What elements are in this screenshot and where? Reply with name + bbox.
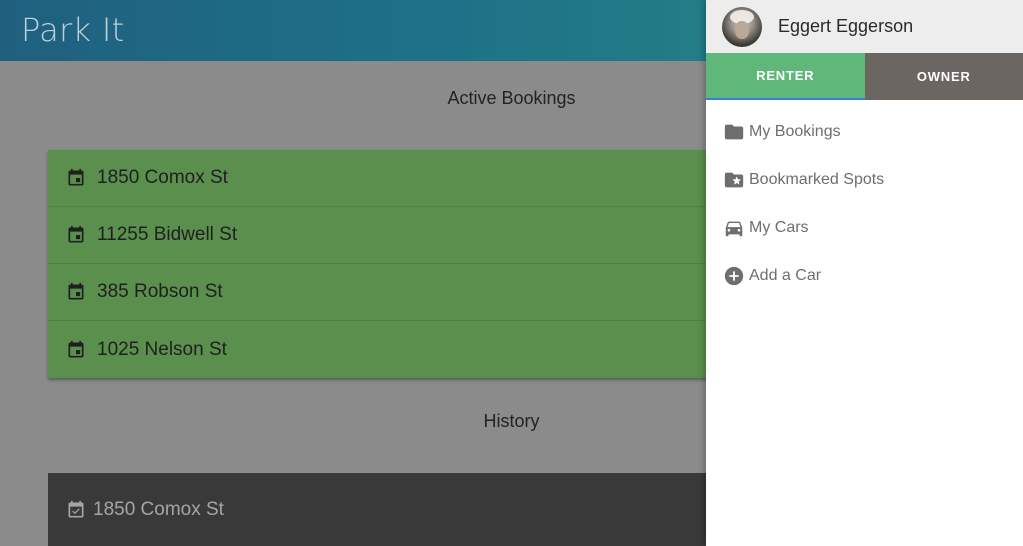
avatar[interactable]	[722, 6, 762, 47]
user-name: Eggert Eggerson	[778, 16, 914, 36]
tab-owner[interactable]: OWNER	[864, 53, 1023, 100]
add-circle-icon	[723, 265, 745, 287]
role-tabs: RENTER OWNER	[706, 53, 1023, 100]
folder-star-icon	[723, 169, 745, 191]
calendar-icon	[66, 282, 86, 302]
calendar-icon	[66, 168, 86, 188]
menu-item-add-a-car[interactable]: Add a Car	[706, 252, 1023, 300]
menu-item-label: Bookmarked Spots	[749, 171, 885, 188]
calendar-check-icon	[66, 500, 86, 520]
booking-address: 1025 Nelson St	[97, 338, 227, 360]
booking-address: 11255 Bidwell St	[97, 224, 238, 245]
calendar-icon	[66, 340, 86, 360]
tab-renter[interactable]: RENTER	[706, 53, 865, 100]
calendar-icon	[66, 225, 86, 245]
menu-item-label: My Cars	[749, 219, 809, 236]
drawer-header: Eggert Eggerson	[706, 0, 1023, 53]
navigation-drawer: Eggert Eggerson RENTER OWNER My Bookings…	[706, 0, 1023, 546]
menu-item-my-cars[interactable]: My Cars	[706, 204, 1023, 252]
history-address: 1850 Comox St	[93, 498, 224, 520]
menu-item-bookmarked-spots[interactable]: Bookmarked Spots	[706, 156, 1023, 204]
menu-item-my-bookings[interactable]: My Bookings	[706, 108, 1023, 156]
car-icon	[723, 217, 745, 239]
drawer-menu: My Bookings Bookmarked Spots My Cars Add…	[706, 108, 1023, 300]
app-title[interactable]: Park It	[21, 11, 124, 49]
booking-address: 385 Robson St	[97, 281, 223, 302]
booking-address: 1850 Comox St	[97, 167, 228, 188]
menu-item-label: Add a Car	[749, 267, 822, 284]
menu-item-label: My Bookings	[749, 123, 841, 140]
folder-icon	[723, 121, 745, 143]
